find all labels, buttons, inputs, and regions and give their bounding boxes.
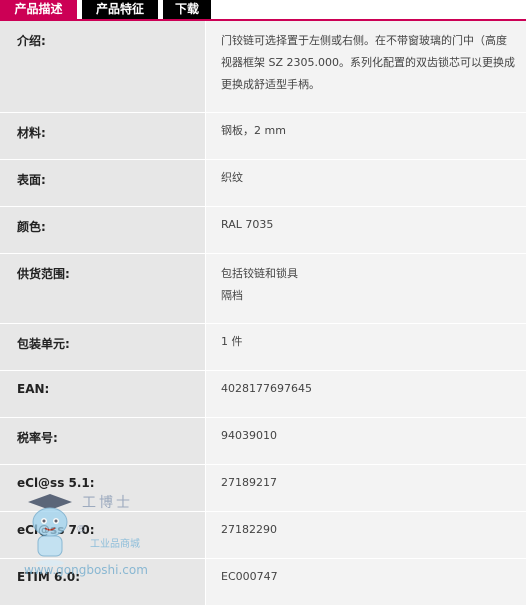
spec-row-surface: 表面: 织纹 — [0, 160, 526, 207]
spec-value: 织纹 — [206, 160, 526, 206]
spec-value: 27182290 — [206, 512, 526, 558]
spec-row-ean: EAN: 4028177697645 — [0, 371, 526, 418]
spec-label: 颜色: — [0, 207, 205, 253]
spec-value-line: 包括铰链和锁具 — [221, 267, 298, 280]
spec-row-material: 材料: 钢板，2 mm — [0, 113, 526, 160]
spec-value: EC000747 — [206, 559, 526, 605]
spec-label: 介绍: — [0, 21, 205, 112]
spec-label: ETIM 6.0: — [0, 559, 205, 605]
spec-value: 钢板，2 mm — [206, 113, 526, 159]
spec-value-line: 隔档 — [221, 289, 243, 302]
spec-value: 1 件 — [206, 324, 526, 370]
spec-value: RAL 7035 — [206, 207, 526, 253]
tab-bar: 产品描述 产品特征 下载 — [0, 0, 526, 19]
spec-value-line: 门铰链可选择置于左侧或右侧。在不带窗玻璃的门中（高度 — [221, 34, 507, 47]
spec-value: 包括铰链和锁具 隔档 — [206, 254, 526, 323]
spec-label: 税率号: — [0, 418, 205, 464]
spec-label: 包装单元: — [0, 324, 205, 370]
spec-value-line: 更换成舒适型手柄。 — [221, 78, 320, 91]
spec-row-intro: 介绍: 门铰链可选择置于左侧或右侧。在不带窗玻璃的门中（高度 视器框架 SZ 2… — [0, 21, 526, 113]
spec-value: 门铰链可选择置于左侧或右侧。在不带窗玻璃的门中（高度 视器框架 SZ 2305.… — [206, 21, 526, 112]
spec-row-scope: 供货范围: 包括铰链和锁具 隔档 — [0, 254, 526, 324]
spec-row-eclass-51: eCl@ss 5.1: 27189217 — [0, 465, 526, 512]
spec-row-packaging: 包装单元: 1 件 — [0, 324, 526, 371]
tab-download[interactable]: 下载 — [163, 0, 211, 19]
spec-label: eCl@ss 5.1: — [0, 465, 205, 511]
spec-label: EAN: — [0, 371, 205, 417]
spec-value: 27189217 — [206, 465, 526, 511]
spec-label: eCl@ss 7.0: — [0, 512, 205, 558]
spec-table: 介绍: 门铰链可选择置于左侧或右侧。在不带窗玻璃的门中（高度 视器框架 SZ 2… — [0, 21, 526, 606]
spec-label: 材料: — [0, 113, 205, 159]
spec-label: 表面: — [0, 160, 205, 206]
tab-product-features[interactable]: 产品特征 — [82, 0, 158, 19]
spec-value: 4028177697645 — [206, 371, 526, 417]
spec-value-line: 视器框架 SZ 2305.000。系列化配置的双齿锁芯可以更换成 — [221, 56, 515, 69]
spec-row-color: 颜色: RAL 7035 — [0, 207, 526, 254]
spec-value: 94039010 — [206, 418, 526, 464]
spec-row-eclass-70: eCl@ss 7.0: 27182290 — [0, 512, 526, 559]
spec-row-tariff: 税率号: 94039010 — [0, 418, 526, 465]
spec-label: 供货范围: — [0, 254, 205, 323]
tab-product-description[interactable]: 产品描述 — [0, 0, 77, 19]
